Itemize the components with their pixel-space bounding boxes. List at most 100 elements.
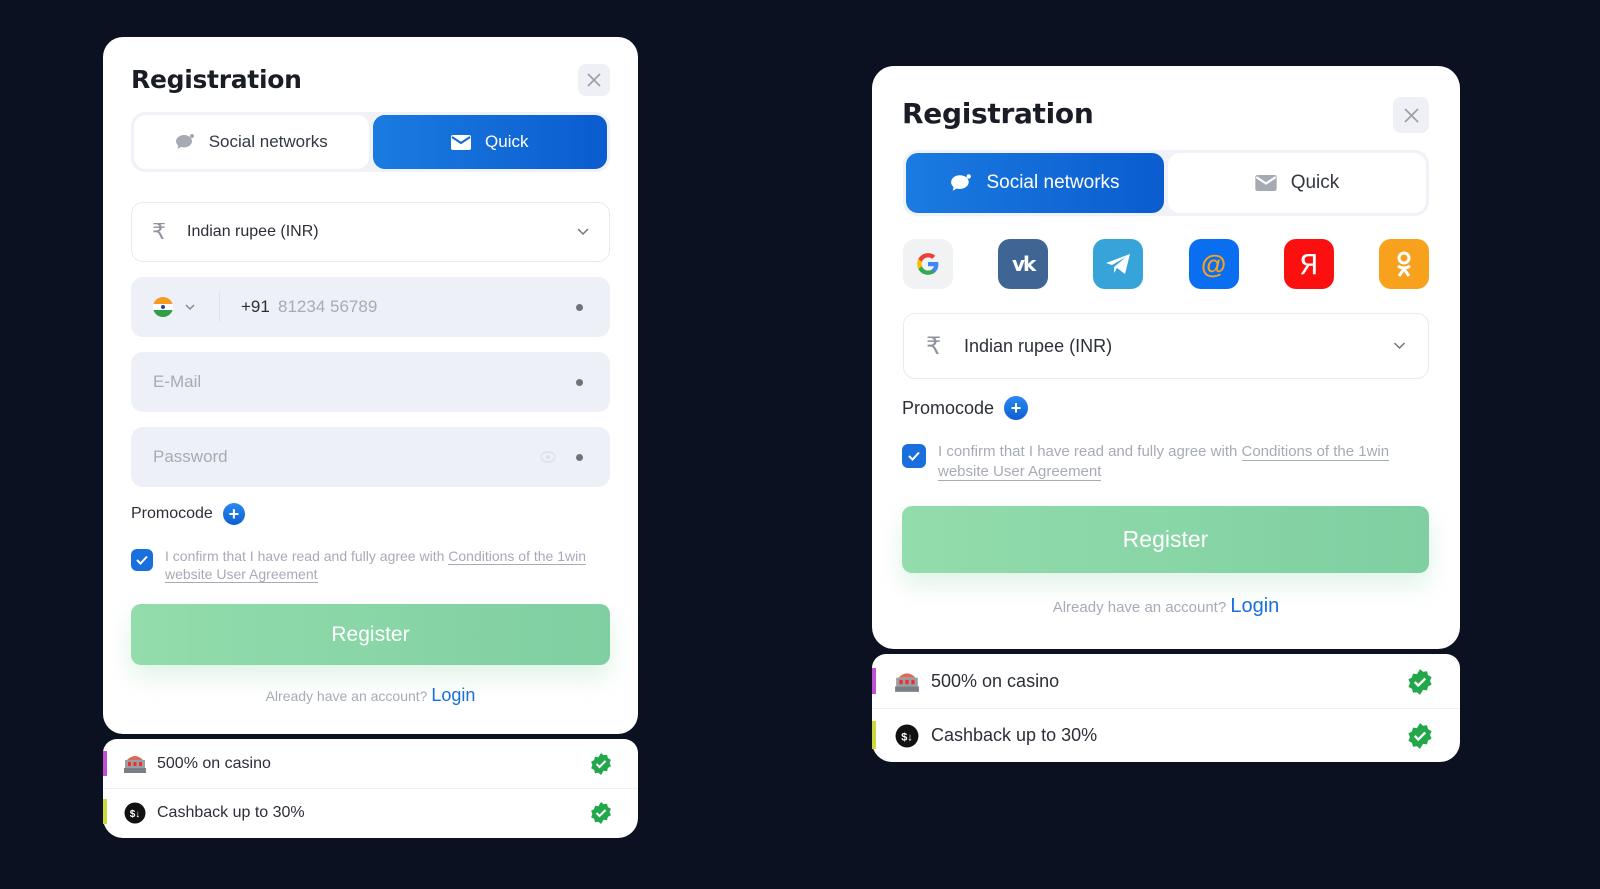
tab-label: Social networks (986, 172, 1120, 193)
bonus-item: 500% on casino (872, 654, 1460, 708)
register-button[interactable]: Register (902, 506, 1429, 573)
cashback-icon: $↓ (895, 724, 919, 753)
tab-social-networks[interactable]: Social networks (134, 115, 369, 169)
plus-icon[interactable]: + (222, 503, 245, 525)
currency-value: Indian rupee (INR) (964, 335, 1113, 356)
verified-badge-icon (1408, 723, 1432, 749)
chat-bubble-icon (951, 174, 972, 191)
verified-badge-icon (1408, 669, 1432, 695)
tab-social-networks[interactable]: Social networks (906, 153, 1164, 213)
slot-machine-icon (894, 669, 920, 698)
bonus-label: Cashback up to 30% (157, 804, 305, 821)
password-placeholder: Password (153, 447, 228, 466)
phone-code: +91 (241, 297, 270, 316)
plus-icon[interactable]: + (1004, 396, 1029, 420)
promocode-toggle[interactable]: Promocode + (131, 503, 245, 525)
registration-panel-social: Registration Social networks Quick vk @ … (872, 66, 1460, 762)
required-indicator (576, 378, 583, 386)
login-link[interactable]: Login (431, 685, 475, 705)
telegram-button[interactable] (1093, 239, 1144, 289)
agreement: I confirm that I have read and fully agr… (131, 547, 591, 584)
login-prompt-text: Already have an account? (1052, 599, 1227, 616)
registration-card: Registration Social networks Quick vk @ … (872, 66, 1460, 649)
password-input[interactable]: Password (131, 427, 610, 487)
register-label: Register (1122, 526, 1209, 552)
register-label: Register (331, 622, 410, 646)
bonus-label: 500% on casino (931, 670, 1060, 691)
vk-button[interactable]: vk (998, 239, 1049, 289)
yandex-icon: Я (1299, 247, 1319, 281)
chevron-down-icon (1393, 342, 1406, 350)
telegram-icon (1106, 254, 1131, 274)
currency-select[interactable]: ₹ Indian rupee (INR) (131, 202, 610, 262)
tab-quick[interactable]: Quick (1168, 153, 1426, 213)
close-button[interactable] (1393, 97, 1429, 133)
promocode-toggle[interactable]: Promocode + (902, 396, 1029, 420)
page-title: Registration (131, 65, 302, 94)
tab-label: Quick (1290, 172, 1340, 193)
verified-badge-icon (591, 802, 611, 824)
login-link[interactable]: Login (1230, 595, 1279, 617)
email-input[interactable]: E-Mail (131, 352, 610, 412)
agreement-text: I confirm that I have read and fully agr… (938, 442, 1412, 481)
bonus-list: 500% on casino $↓ Cashback up to 30% (872, 654, 1460, 762)
registration-tabs: Social networks Quick (903, 150, 1429, 216)
page-title: Registration (902, 97, 1094, 130)
envelope-icon (451, 134, 472, 150)
bonus-stripe (872, 721, 876, 749)
svg-text:$↓: $↓ (901, 731, 913, 743)
odnoklassniki-button[interactable] (1378, 239, 1429, 289)
envelope-icon (1255, 175, 1277, 191)
agreement-text-body: I confirm that I have read and fully agr… (165, 548, 449, 564)
india-flag-icon (153, 297, 173, 317)
promocode-label: Promocode (131, 505, 213, 522)
required-indicator (576, 303, 583, 311)
phone-placeholder: 81234 56789 (278, 297, 378, 316)
chevron-down-icon (577, 228, 589, 236)
promocode-label: Promocode (902, 397, 995, 418)
eye-icon[interactable] (540, 451, 556, 463)
rupee-icon: ₹ (926, 332, 942, 360)
ok-icon (1397, 251, 1411, 277)
agreement-text-body: I confirm that I have read and fully agr… (938, 443, 1242, 460)
social-providers: vk @ Я (903, 239, 1429, 289)
email-placeholder: E-Mail (153, 372, 202, 391)
agreement-checkbox[interactable] (131, 549, 153, 571)
checkmark-icon (908, 451, 920, 461)
google-button[interactable] (903, 239, 953, 289)
bonus-label: 500% on casino (157, 754, 271, 772)
bonus-item: 500% on casino (103, 739, 638, 788)
tab-label: Social networks (208, 132, 328, 151)
registration-panel-quick: Registration Social networks Quick ₹ Ind… (103, 37, 638, 838)
yandex-button[interactable]: Я (1283, 239, 1334, 289)
bonus-label: Cashback up to 30% (931, 725, 1098, 745)
bonus-item: $↓ Cashback up to 30% (103, 788, 638, 837)
slot-machine-icon (123, 752, 147, 779)
login-prompt-text: Already have an account? (265, 688, 428, 704)
currency-value: Indian rupee (INR) (187, 223, 319, 240)
currency-select[interactable]: ₹ Indian rupee (INR) (903, 313, 1429, 379)
register-button[interactable]: Register (131, 604, 610, 665)
registration-card: Registration Social networks Quick ₹ Ind… (103, 37, 638, 734)
bonus-list: 500% on casino $↓ Cashback up to 30% (103, 739, 638, 838)
bonus-stripe (103, 751, 107, 776)
mailru-button[interactable]: @ (1188, 239, 1239, 289)
bonus-stripe (103, 799, 107, 824)
country-selector[interactable] (153, 297, 195, 317)
bonus-stripe (872, 668, 876, 694)
registration-tabs: Social networks Quick (131, 112, 610, 172)
required-indicator (576, 453, 583, 461)
phone-input[interactable]: +91 81234 56789 (131, 277, 610, 337)
google-icon (917, 253, 939, 275)
login-prompt: Already have an account? Login (872, 595, 1460, 618)
agreement-checkbox[interactable] (902, 444, 926, 468)
agreement-text: I confirm that I have read and fully agr… (165, 547, 591, 584)
rupee-icon: ₹ (152, 219, 166, 244)
cashback-icon: $↓ (124, 802, 146, 829)
tab-quick[interactable]: Quick (372, 115, 607, 169)
login-prompt: Already have an account? Login (103, 685, 638, 706)
checkmark-icon (136, 555, 148, 565)
close-button[interactable] (578, 64, 610, 96)
mail-at-icon: @ (1200, 248, 1227, 279)
close-icon (1403, 107, 1419, 123)
